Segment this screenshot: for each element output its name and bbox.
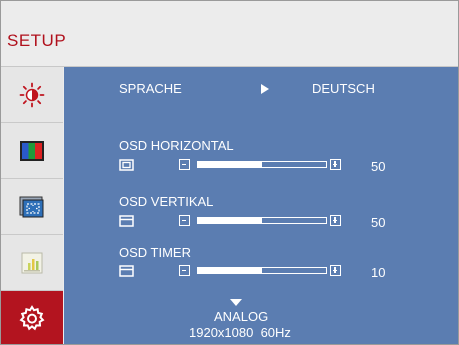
osd-sidebar	[1, 67, 63, 344]
osd-vertical-icon	[119, 215, 134, 227]
osd-timer-icon	[119, 265, 134, 277]
osd-horizontal-icon	[119, 159, 134, 171]
settings-gear-icon	[19, 304, 45, 330]
sidebar-item-image-position[interactable]	[1, 179, 63, 235]
osd-timer-value: 10	[371, 265, 386, 280]
arrow-right-icon[interactable]	[261, 84, 269, 94]
brightness-icon	[19, 82, 45, 107]
slider-track[interactable]	[197, 267, 327, 274]
slider-fill	[198, 218, 262, 223]
osd-vertical-label: OSD VERTIKAL	[119, 194, 214, 209]
language-label: SPRACHE	[119, 81, 182, 96]
slider-track[interactable]	[197, 217, 327, 224]
slider-track[interactable]	[197, 161, 327, 168]
increase-icon[interactable]	[330, 215, 341, 226]
sidebar-item-settings[interactable]	[1, 291, 63, 344]
color-icon	[20, 140, 44, 161]
decrease-icon[interactable]	[179, 265, 190, 276]
sidebar-item-color[interactable]	[1, 123, 63, 179]
decrease-icon[interactable]	[179, 159, 190, 170]
slider-fill	[198, 162, 262, 167]
osd-horizontal-value: 50	[371, 159, 386, 174]
osd-horizontal-slider[interactable]	[179, 157, 349, 175]
osd-window: SETUP SPRACHE DEUTSCH OSD HORIZONTAL 50 …	[0, 0, 459, 345]
osd-horizontal-label: OSD HORIZONTAL	[119, 138, 234, 153]
language-value[interactable]: DEUTSCH	[312, 81, 375, 96]
signal-info: 1920x1080 60Hz	[189, 325, 291, 340]
image-position-icon	[19, 196, 44, 217]
increase-icon[interactable]	[330, 265, 341, 276]
osd-settings-panel: SPRACHE DEUTSCH OSD HORIZONTAL 50 OSD VE…	[64, 67, 458, 344]
osd-header: SETUP	[1, 1, 458, 67]
sidebar-item-picture[interactable]	[1, 235, 63, 291]
sidebar-item-brightness[interactable]	[1, 67, 63, 123]
refresh-rate-text: 60Hz	[260, 325, 291, 340]
increase-icon[interactable]	[330, 159, 341, 170]
decrease-icon[interactable]	[179, 215, 190, 226]
osd-timer-label: OSD TIMER	[119, 245, 191, 260]
slider-fill	[198, 268, 262, 273]
source-label: ANALOG	[214, 309, 269, 324]
osd-vertical-value: 50	[371, 215, 386, 230]
menu-title: SETUP	[7, 31, 67, 50]
osd-vertical-slider[interactable]	[179, 213, 349, 231]
osd-timer-slider[interactable]	[179, 263, 349, 281]
picture-icon	[21, 252, 43, 273]
resolution-text: 1920x1080	[189, 325, 254, 340]
arrow-down-icon	[230, 299, 242, 306]
